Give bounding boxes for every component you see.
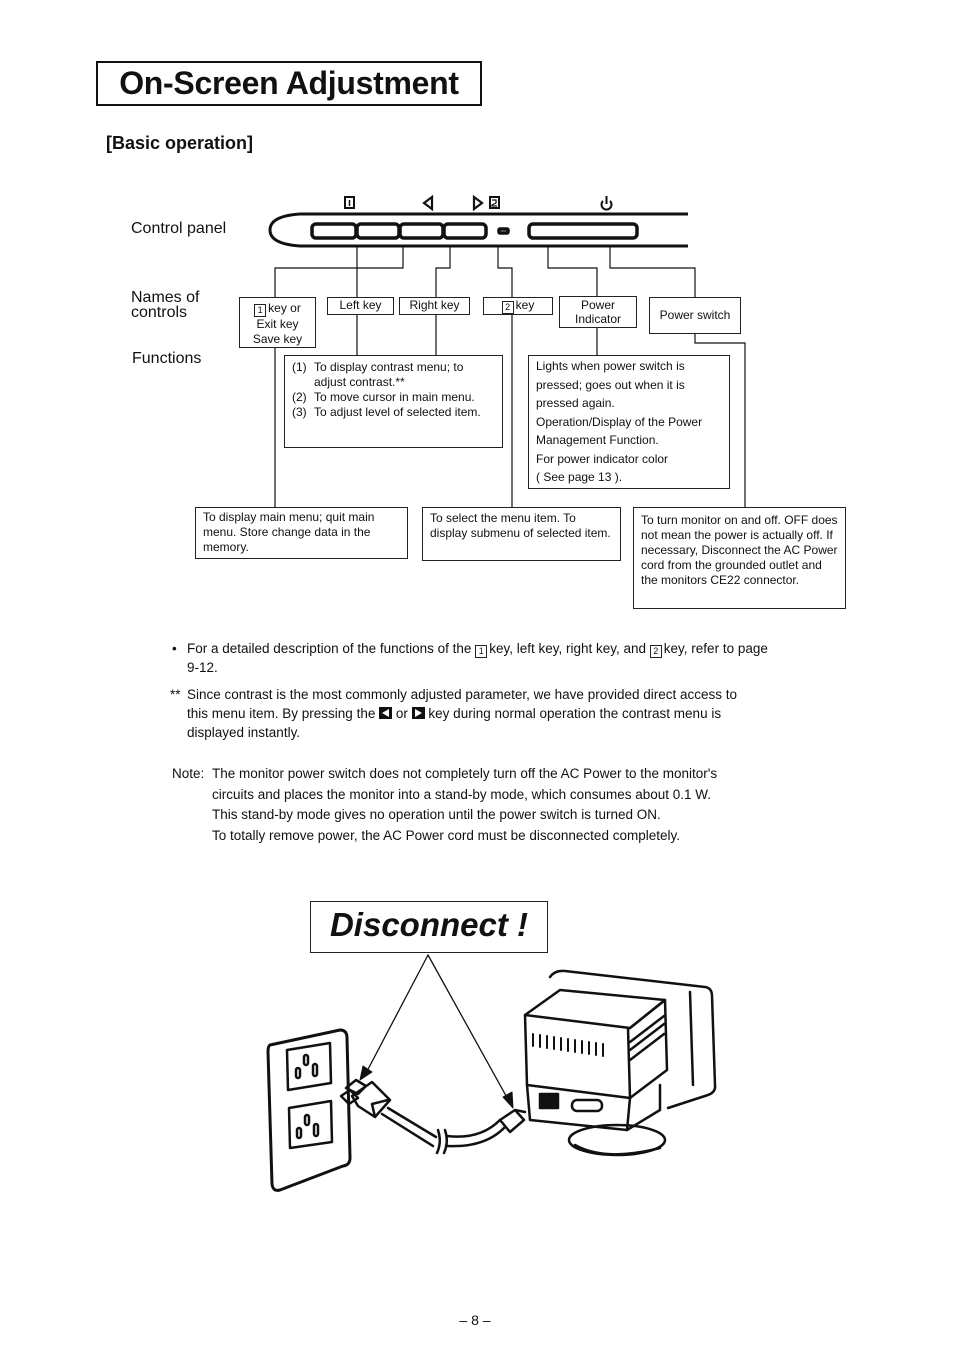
- key-1-icon: 1: [475, 645, 488, 658]
- note-line: To totally remove power, the AC Power co…: [212, 827, 680, 843]
- power-indicator-text-line: Management Function.: [536, 433, 659, 447]
- arrow-head-left: [359, 1065, 373, 1081]
- function-list-item: (3) To adjust level of selected item.: [292, 405, 481, 419]
- power-indicator-text-line: pressed; goes out when it is: [536, 377, 685, 392]
- bullet-text: For a detailed description of the functi…: [187, 641, 472, 656]
- key-1-function-box: To display main menu; quit main menu. St…: [195, 507, 408, 559]
- right-triangle-icon: [472, 194, 484, 212]
- wall-outlet-icon: [266, 1028, 352, 1192]
- power-indicator-text-line: For power indicator color: [536, 451, 669, 466]
- key-2-name-box: 2 key: [483, 297, 553, 315]
- key-1-icon: 1: [254, 304, 267, 317]
- left-key-button[interactable]: [355, 222, 401, 240]
- power-switch-name-box: Power switch: [649, 297, 741, 334]
- note-label: Note:: [172, 766, 205, 781]
- monitor-connector-icon: [498, 1108, 527, 1134]
- arrow-head-right: [502, 1091, 514, 1109]
- right-key-button[interactable]: [398, 222, 445, 240]
- function-list-item: (1) To display contrast menu; to adjust c…: [292, 360, 464, 389]
- key-2-icon: [489, 196, 500, 209]
- power-indicator-text-line: ( See page 13 ).: [536, 470, 623, 484]
- key-1-name-line1: 1 key or: [240, 301, 315, 317]
- key-2-icon: 2: [649, 645, 662, 658]
- double-star-marker: **: [170, 687, 181, 702]
- key-1-icon: [344, 196, 355, 209]
- key-1-name-box: 1 key or Exit key Save key: [239, 297, 316, 348]
- power-indicator-led: [497, 227, 510, 235]
- power-icon: [600, 196, 613, 211]
- right-key-icon: [411, 707, 425, 719]
- page-number: – 8 –: [459, 1312, 491, 1328]
- left-key-name-box: Left key: [327, 297, 394, 315]
- control-panel: [268, 212, 688, 248]
- power-indicator-function-box: Lights when power switch is pressed; goe…: [528, 355, 730, 489]
- bullet-note: • For a detailed description of the func…: [172, 639, 782, 677]
- function-list-item: (2) To move cursor in main menu.: [292, 390, 475, 404]
- bullet-text: key, left key, right key, and: [489, 641, 647, 656]
- key-2-icon: 2: [501, 301, 514, 314]
- disconnect-callout-text: Disconnect !: [329, 906, 529, 943]
- power-indicator-text-line: pressed again.: [536, 396, 615, 410]
- key-2-button[interactable]: [442, 222, 488, 240]
- right-key-name-box: Right key: [399, 297, 470, 315]
- crt-monitor-icon: [523, 969, 717, 1157]
- key-1-button[interactable]: [310, 222, 358, 240]
- left-key-icon: [379, 707, 393, 719]
- note-line: This stand-by mode gives no operation un…: [212, 807, 661, 822]
- double-star-note: ** Since contrast is the most commonly a…: [170, 685, 760, 742]
- power-plug-icon: [339, 1078, 392, 1119]
- key-2-function-box: To select the menu item. To display subm…: [422, 507, 621, 561]
- left-triangle-icon: [422, 194, 434, 212]
- note-line: circuits and places the monitor into a s…: [212, 786, 712, 802]
- power-note: Note: The monitor power switch does not …: [172, 764, 792, 846]
- power-indicator-text-line: Operation/Display of the Power: [536, 414, 703, 429]
- power-switch-function-box: To turn monitor on and off. OFF does not…: [633, 507, 846, 609]
- power-indicator-name-box: Power Indicator: [559, 296, 637, 328]
- disconnect-callout-box: Disconnect !: [310, 901, 548, 953]
- key-1-name-line2: Exit key: [256, 317, 299, 331]
- left-right-key-function-box: (1) To display contrast menu; to adjust c…: [284, 355, 503, 448]
- note-text: or: [395, 706, 408, 721]
- bullet-marker: •: [172, 641, 177, 656]
- callout-arrows: [364, 954, 511, 1104]
- power-indicator-line2: Indicator: [574, 312, 622, 326]
- power-cord: [380, 1106, 507, 1155]
- power-indicator-text-line: Lights when power switch is: [536, 359, 685, 373]
- power-indicator-line1: Power: [580, 298, 615, 312]
- power-switch-button[interactable]: [527, 222, 639, 240]
- key-1-name-line3: Save key: [252, 332, 303, 346]
- note-line: The monitor power switch does not comple…: [212, 766, 718, 781]
